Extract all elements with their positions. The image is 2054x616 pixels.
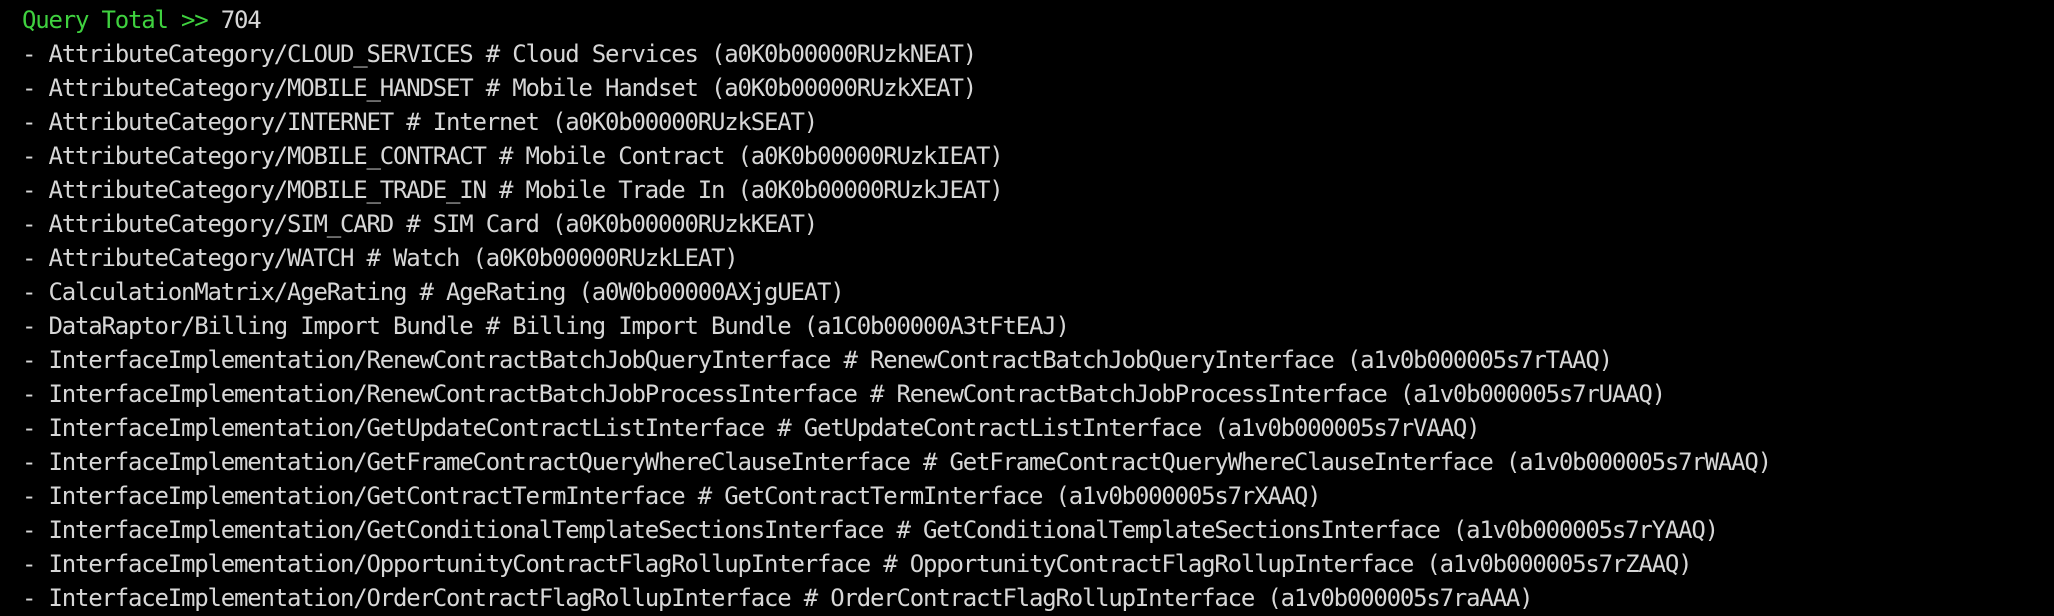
result-line: - InterfaceImplementation/OpportunityCon…	[22, 550, 1693, 578]
result-line: - AttributeCategory/MOBILE_TRADE_IN # Mo…	[22, 176, 1004, 204]
query-total-value: 704	[220, 6, 262, 34]
result-line: - AttributeCategory/MOBILE_CONTRACT # Mo…	[22, 142, 1004, 170]
result-line: - InterfaceImplementation/GetConditional…	[22, 516, 1719, 544]
query-total-line: Query Total >> 704	[22, 3, 2054, 37]
terminal-output: Query Total >> 704 - AttributeCategory/C…	[0, 0, 2054, 616]
result-line: - InterfaceImplementation/GetContractTer…	[22, 482, 1322, 510]
result-line: - InterfaceImplementation/OrderContractF…	[22, 584, 1534, 612]
result-line: - DataRaptor/Billing Import Bundle # Bil…	[22, 312, 1070, 340]
result-line: - InterfaceImplementation/GetUpdateContr…	[22, 414, 1481, 442]
result-line: - InterfaceImplementation/RenewContractB…	[22, 346, 1613, 374]
result-line: - AttributeCategory/MOBILE_HANDSET # Mob…	[22, 74, 977, 102]
result-line: - AttributeCategory/SIM_CARD # SIM Card …	[22, 210, 818, 238]
result-line: - InterfaceImplementation/RenewContractB…	[22, 380, 1666, 408]
query-total-label: Query Total >>	[22, 6, 221, 34]
result-line: - AttributeCategory/INTERNET # Internet …	[22, 108, 818, 136]
result-line: - CalculationMatrix/AgeRating # AgeRatin…	[22, 278, 845, 306]
result-line: - AttributeCategory/CLOUD_SERVICES # Clo…	[22, 40, 977, 68]
result-line: - AttributeCategory/WATCH # Watch (a0K0b…	[22, 244, 739, 272]
result-line: - InterfaceImplementation/GetFrameContra…	[22, 448, 1772, 476]
